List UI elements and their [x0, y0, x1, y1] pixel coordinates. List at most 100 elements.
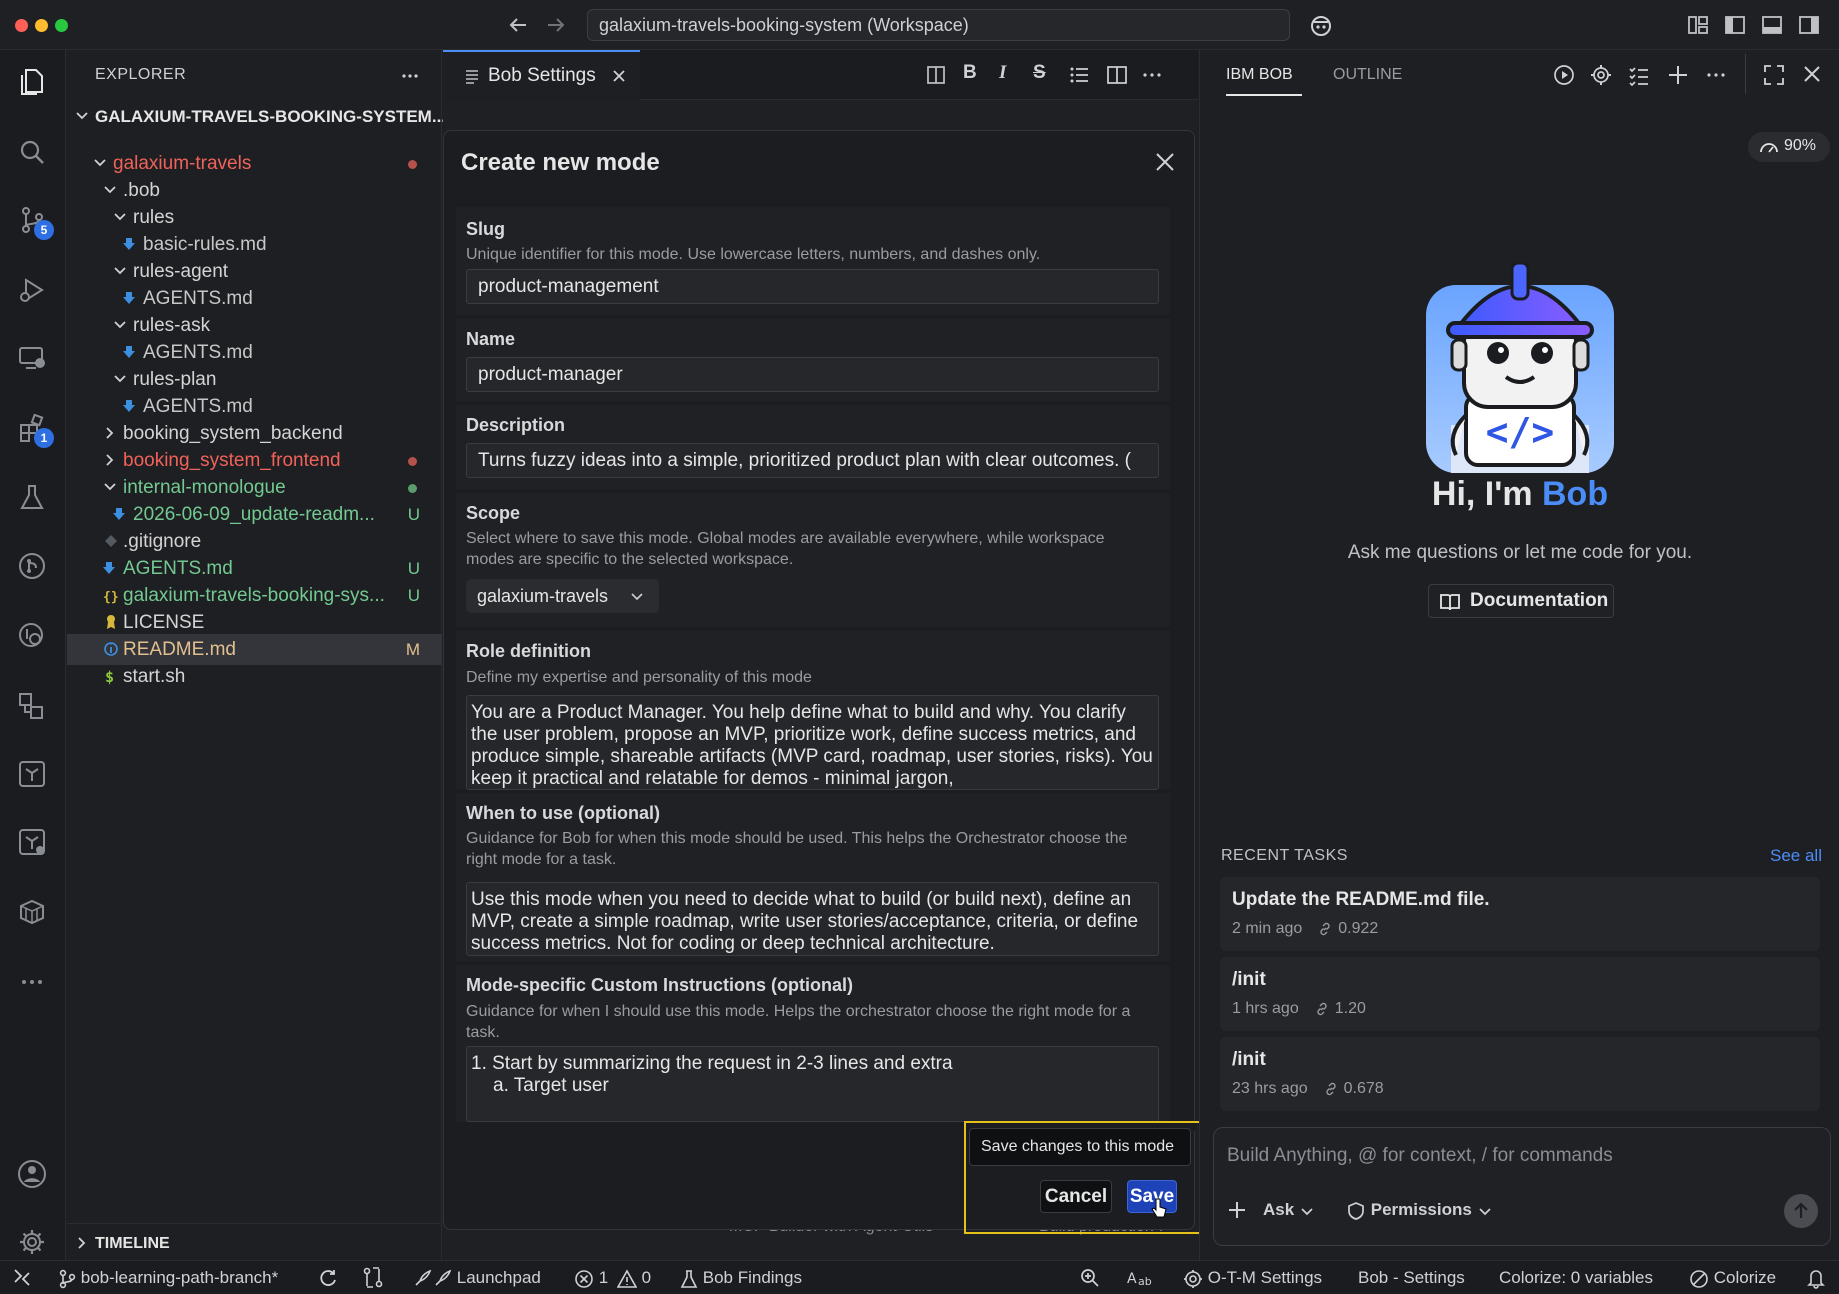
launchpad-status[interactable]: Launchpad: [412, 1261, 541, 1294]
scope-select[interactable]: galaxium-travels: [466, 579, 659, 613]
send-button[interactable]: [1784, 1194, 1818, 1228]
search-icon[interactable]: [12, 132, 52, 172]
tab-outline[interactable]: OUTLINE: [1333, 66, 1402, 84]
remote-indicator-icon[interactable]: [12, 1261, 32, 1294]
maximize-icon[interactable]: [1763, 64, 1785, 86]
bob-settings-icon[interactable]: [1590, 64, 1612, 86]
customize-layout-icon[interactable]: [1687, 14, 1709, 36]
tab-ibm-bob[interactable]: IBM BOB: [1226, 66, 1293, 84]
checklist-icon[interactable]: [1628, 64, 1650, 86]
svg-text:</>: </>: [1486, 410, 1555, 454]
close-window-button[interactable]: [15, 19, 28, 32]
colorize-status[interactable]: Colorize: [1689, 1261, 1776, 1294]
more-views-icon[interactable]: [12, 962, 52, 1002]
tree-item[interactable]: $ start.sh: [67, 661, 442, 692]
maximize-window-button[interactable]: [55, 19, 68, 32]
greeting-prefix: Hi, I'm: [1431, 475, 1542, 513]
italic-icon[interactable]: I: [999, 62, 1006, 84]
slug-desc: Unique identifier for this mode. Use low…: [466, 246, 1041, 263]
close-tab-icon[interactable]: [611, 68, 627, 84]
explorer-icon[interactable]: [12, 62, 52, 102]
scope-section: Scope Select where to save this mode. Gl…: [456, 493, 1170, 627]
bob-settings-status[interactable]: Bob - Settings: [1358, 1261, 1465, 1294]
gitlens-inspect-icon[interactable]: [12, 616, 52, 656]
status-dot: [408, 484, 417, 493]
explorer-header: EXPLORER: [95, 66, 187, 83]
chevron-down-icon: [1477, 1204, 1493, 1218]
mode-select[interactable]: Ask: [1263, 1200, 1315, 1220]
tab-active-indicator: [1226, 94, 1302, 96]
add-context-icon[interactable]: [1227, 1200, 1247, 1220]
permissions-select[interactable]: Permissions: [1346, 1200, 1493, 1221]
bullet-list-icon[interactable]: [1068, 64, 1090, 86]
description-input[interactable]: Turns fuzzy ideas into a simple, priorit…: [466, 443, 1159, 478]
documentation-button[interactable]: Documentation: [1428, 584, 1614, 618]
remote-explorer-icon[interactable]: [12, 338, 52, 378]
close-panel-icon[interactable]: [1802, 64, 1822, 84]
notifications-bell-icon[interactable]: [1806, 1261, 1826, 1294]
custom-line-1: 1. Start by summarizing the request in 2…: [471, 1053, 953, 1074]
bob-findings-status[interactable]: Bob Findings: [680, 1261, 802, 1294]
close-dialog-icon[interactable]: [1154, 151, 1176, 173]
forward-arrow-icon[interactable]: [545, 14, 567, 36]
containers-icon[interactable]: [12, 686, 52, 726]
when-textarea[interactable]: Use this mode when you need to decide wh…: [466, 882, 1159, 956]
new-task-icon[interactable]: [1667, 64, 1689, 86]
recent-task-card[interactable]: Update the README.md file. 2 min ago 0.922: [1220, 877, 1820, 951]
cancel-button[interactable]: Cancel: [1040, 1180, 1112, 1213]
chat-input[interactable]: Build Anything, @ for context, / for com…: [1227, 1145, 1613, 1167]
timeline-section[interactable]: TIMELINE: [67, 1228, 442, 1259]
dialog-title: Create new mode: [461, 149, 660, 176]
toggle-panel-icon[interactable]: [1761, 14, 1783, 36]
database-icon[interactable]: [12, 892, 52, 932]
panel-more-icon[interactable]: [1705, 64, 1727, 86]
testing-icon[interactable]: [12, 478, 52, 518]
chevron-down-icon: [630, 579, 644, 613]
tab-bob-settings[interactable]: Bob Settings: [443, 50, 640, 100]
run-debug-icon[interactable]: [12, 270, 52, 310]
explorer-more-icon[interactable]: [400, 66, 420, 86]
toggle-primary-sidebar-icon[interactable]: [1724, 14, 1746, 36]
zoom-icon[interactable]: [1079, 1261, 1101, 1294]
editor-more-icon[interactable]: [1141, 64, 1163, 86]
split-editor-icon[interactable]: [1106, 64, 1128, 86]
source-control-icon[interactable]: 5: [12, 200, 54, 240]
recent-task-card[interactable]: /init 23 hrs ago 0.678: [1220, 1037, 1820, 1111]
open-preview-icon[interactable]: [925, 64, 947, 86]
task-meta: 2 min ago 0.922: [1232, 920, 1378, 938]
settings-gear-icon[interactable]: [12, 1222, 52, 1262]
bob-copilot-icon[interactable]: [1308, 12, 1334, 38]
accounts-icon[interactable]: [12, 1154, 52, 1194]
sync-icon[interactable]: [318, 1261, 338, 1294]
bold-icon[interactable]: B: [963, 62, 977, 84]
name-input[interactable]: product-manager: [466, 357, 1159, 392]
custom-section: Mode-specific Custom Instructions (optio…: [456, 965, 1170, 1122]
otm-settings-status[interactable]: O-T-M Settings: [1183, 1261, 1322, 1294]
minimize-window-button[interactable]: [35, 19, 48, 32]
role-textarea[interactable]: You are a Product Manager. You help defi…: [466, 695, 1159, 790]
recent-task-card[interactable]: /init 1 hrs ago 1.20: [1220, 957, 1820, 1031]
toggle-secondary-sidebar-icon[interactable]: [1798, 14, 1820, 36]
slug-title: Slug: [466, 219, 505, 239]
extensions-icon[interactable]: 1: [12, 408, 54, 448]
strikethrough-icon[interactable]: S: [1033, 62, 1046, 84]
pipeline-icon[interactable]: [12, 822, 52, 862]
compare-icon[interactable]: [362, 1261, 384, 1294]
command-center-search[interactable]: galaxium-travels-booking-system (Workspa…: [587, 9, 1290, 41]
colorize-variables-status[interactable]: Colorize: 0 variables: [1499, 1261, 1653, 1294]
spell-check-icon[interactable]: Aab: [1126, 1261, 1156, 1294]
usage-pill[interactable]: 90%: [1748, 132, 1830, 162]
slug-input[interactable]: product-management: [466, 269, 1159, 304]
branch-status[interactable]: bob-learning-path-branch*: [58, 1261, 278, 1294]
run-icon[interactable]: [1553, 64, 1575, 86]
problems-status[interactable]: 1 0: [574, 1261, 651, 1294]
workspace-root-row[interactable]: GALAXIUM-TRAVELS-BOOKING-SYSTEM...: [67, 101, 446, 132]
role-section: Role definition Define my expertise and …: [456, 631, 1170, 790]
git-graph-icon[interactable]: [12, 546, 52, 586]
back-arrow-icon[interactable]: [507, 14, 529, 36]
explorer-sidebar: EXPLORER GALAXIUM-TRAVELS-BOOKING-SYSTEM…: [67, 50, 446, 1260]
branch-name: bob-learning-path-branch*: [80, 1268, 279, 1287]
see-all-link[interactable]: See all: [1770, 846, 1822, 866]
custom-textarea[interactable]: 1. Start by summarizing the request in 2…: [466, 1046, 1159, 1122]
terraform-icon[interactable]: [12, 754, 52, 794]
